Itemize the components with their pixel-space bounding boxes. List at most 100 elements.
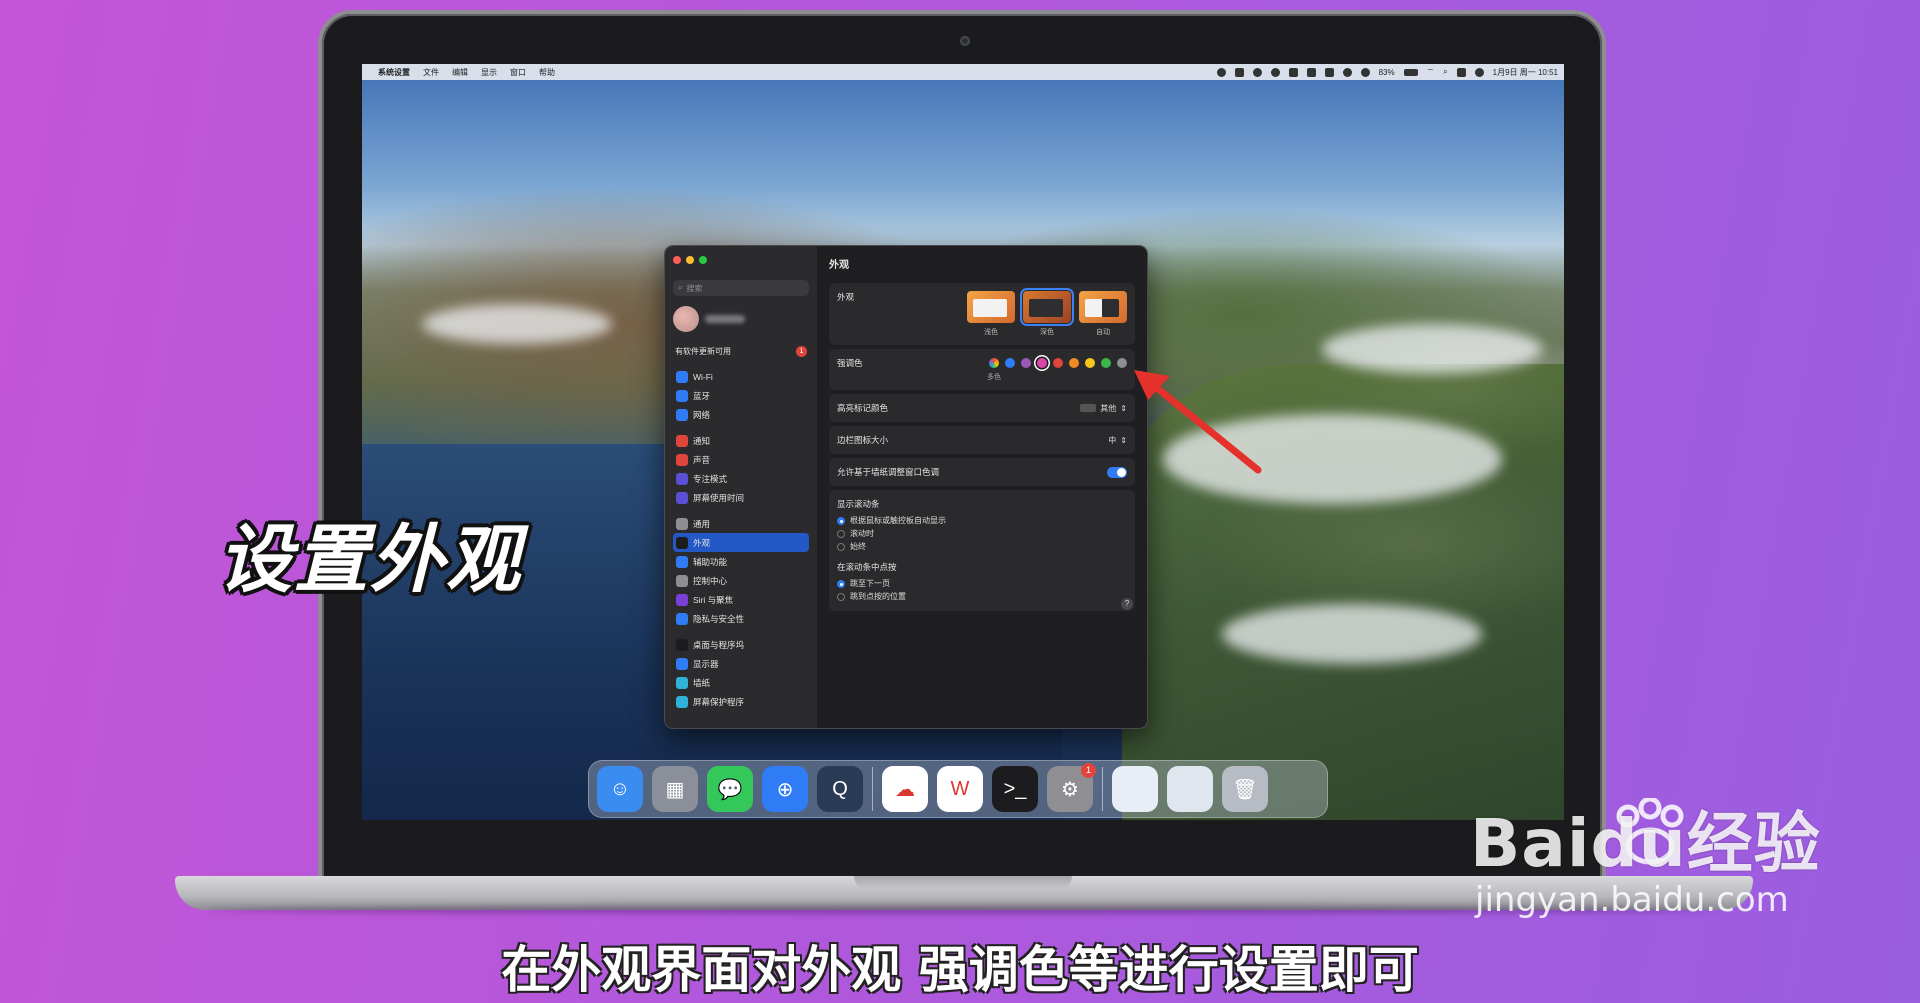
accent-swatch[interactable] bbox=[1117, 358, 1127, 368]
help-button[interactable]: ? bbox=[1121, 598, 1133, 610]
sidebar-item[interactable]: Siri 与聚焦 bbox=[673, 590, 809, 609]
menu-view[interactable]: 显示 bbox=[481, 67, 497, 78]
sidebar-size-select[interactable]: 中 ⇕ bbox=[1108, 435, 1127, 446]
accent-swatch[interactable] bbox=[1005, 358, 1015, 368]
trash-icon[interactable]: 🗑 bbox=[1222, 766, 1268, 812]
scroll-click-next-page[interactable]: 跳至下一页 bbox=[837, 577, 1127, 590]
quicktime-icon[interactable]: Q bbox=[817, 766, 863, 812]
accent-swatch[interactable] bbox=[1069, 358, 1079, 368]
scrollbar-option-always[interactable]: 始终 bbox=[837, 540, 1127, 553]
appearance-option-label: 浅色 bbox=[984, 329, 998, 336]
accent-swatch[interactable] bbox=[1037, 358, 1047, 368]
menu-file[interactable]: 文件 bbox=[423, 67, 439, 78]
wifi-icon[interactable]: ⌔ bbox=[1427, 67, 1435, 77]
wifi-icon bbox=[676, 370, 688, 383]
sidebar-item[interactable]: Wi-Fi bbox=[673, 367, 809, 386]
sidebar-item[interactable]: 外观 bbox=[673, 533, 809, 552]
wps-icon[interactable]: W bbox=[937, 766, 983, 812]
sidebar-item[interactable]: 蓝牙 bbox=[673, 386, 809, 405]
recent-window-2-icon[interactable] bbox=[1167, 766, 1213, 812]
menu-app-name[interactable]: 系统设置 bbox=[378, 67, 410, 78]
sidebar-item[interactable]: 控制中心 bbox=[673, 571, 809, 590]
scrollbar-option-scrolling[interactable]: 滚动时 bbox=[837, 527, 1127, 540]
zoom-button[interactable] bbox=[699, 256, 707, 264]
appearance-option-dark[interactable]: 深色 bbox=[1020, 288, 1074, 337]
control-center-icon[interactable] bbox=[1456, 67, 1466, 77]
baidu-netdisk-icon[interactable]: ☁ bbox=[882, 766, 928, 812]
close-button[interactable] bbox=[673, 256, 681, 264]
tint-toggle[interactable] bbox=[1107, 466, 1127, 478]
appearance-thumb-light bbox=[967, 291, 1015, 323]
sidebar-item[interactable]: 通知 bbox=[673, 431, 809, 450]
highlight-select[interactable]: 其他 ⇕ bbox=[1080, 403, 1127, 414]
sidebar-item[interactable]: 隐私与安全性 bbox=[673, 609, 809, 628]
bolt-icon[interactable] bbox=[1306, 67, 1316, 77]
sidebar-item[interactable]: 屏幕使用时间 bbox=[673, 488, 809, 507]
minimize-button[interactable] bbox=[686, 256, 694, 264]
menu-window[interactable]: 窗口 bbox=[510, 67, 526, 78]
scrollbar-label: 显示滚动条 bbox=[837, 499, 880, 509]
finder-icon[interactable]: ☺ bbox=[597, 766, 643, 812]
cloud-sync-icon[interactable] bbox=[1252, 67, 1262, 77]
battery-percent: 83% bbox=[1378, 67, 1395, 77]
accent-swatch[interactable] bbox=[1053, 358, 1063, 368]
sidebar-item[interactable]: 屏幕保护程序 bbox=[673, 692, 809, 711]
sidebar-item-label: 桌面与程序坞 bbox=[693, 639, 745, 650]
settings-sidebar: ⌕ 搜索 有软件更新可用 1 Wi-Fi 蓝牙 网络 通知 声音 专注模式 屏幕使用时间 通用… bbox=[665, 246, 817, 728]
bluetooth-icon[interactable] bbox=[1342, 67, 1352, 77]
sidebar-item[interactable]: 桌面与程序坞 bbox=[673, 635, 809, 654]
menu-help[interactable]: 帮助 bbox=[539, 67, 555, 78]
system-settings-icon[interactable]: ⚙ 1 bbox=[1047, 763, 1096, 812]
sidebar-item[interactable]: 墙纸 bbox=[673, 673, 809, 692]
menu-clock[interactable]: 1月9日 周一 10:51 bbox=[1493, 67, 1558, 78]
sidebar-item[interactable]: 显示器 bbox=[673, 654, 809, 673]
sidebar-item-label: 通知 bbox=[693, 435, 711, 446]
sidebar-item[interactable]: 声音 bbox=[673, 450, 809, 469]
sidebar-item[interactable]: 网络 bbox=[673, 405, 809, 424]
search-icon: ⌕ bbox=[678, 283, 683, 292]
record-icon[interactable] bbox=[1216, 67, 1226, 77]
shield-icon[interactable] bbox=[1270, 67, 1280, 77]
sidebar-item[interactable]: 辅助功能 bbox=[673, 552, 809, 571]
wechat-icon[interactable] bbox=[1234, 67, 1244, 77]
appearance-option-label: 自动 bbox=[1096, 329, 1110, 336]
appearance-option-label: 深色 bbox=[1040, 329, 1054, 336]
bell-icon bbox=[676, 434, 688, 447]
apple-id-row[interactable] bbox=[673, 306, 809, 332]
menu-edit[interactable]: 编辑 bbox=[452, 67, 468, 78]
recent-window-1-icon[interactable] bbox=[1112, 766, 1158, 812]
launchpad-icon[interactable]: ▦ bbox=[652, 766, 698, 812]
terminal-icon[interactable]: >_ bbox=[992, 766, 1038, 812]
wallpaper-cloud bbox=[422, 304, 612, 344]
appearance-option-light[interactable]: 浅色 bbox=[967, 291, 1015, 337]
battery-icon[interactable] bbox=[1403, 68, 1418, 76]
sidebar-item[interactable]: 专注模式 bbox=[673, 469, 809, 488]
scrollbar-option-auto[interactable]: 根据鼠标或触控板自动显示 bbox=[837, 514, 1127, 527]
sidebar-size-card: 边栏图标大小 中 ⇕ bbox=[829, 426, 1135, 454]
sidebar-search[interactable]: ⌕ 搜索 bbox=[673, 280, 809, 296]
appearance-option-auto[interactable]: 自动 bbox=[1079, 291, 1127, 337]
dock-separator bbox=[1102, 767, 1103, 811]
messages-icon[interactable]: 💬 bbox=[707, 766, 753, 812]
sidebar-group: 通用 外观 辅助功能 控制中心 Siri 与聚焦 隐私与安全性 bbox=[673, 514, 809, 628]
tint-label: 允许基于墙纸调整窗口色调 bbox=[837, 467, 940, 477]
safari-icon[interactable]: ⊕ bbox=[762, 766, 808, 812]
hand-icon bbox=[676, 612, 688, 625]
input-method-icon[interactable] bbox=[1288, 67, 1298, 77]
user-icon[interactable] bbox=[1360, 67, 1370, 77]
sidebar-item[interactable]: 通用 bbox=[673, 514, 809, 533]
wallpaper-icon bbox=[676, 676, 688, 689]
keyboard-icon[interactable] bbox=[1324, 67, 1334, 77]
appearance-options: 浅色 深色 自动 bbox=[967, 288, 1127, 337]
accent-swatch[interactable] bbox=[1085, 358, 1095, 368]
radio-label: 始终 bbox=[850, 542, 866, 551]
sidebar-item-label: 网络 bbox=[693, 409, 711, 420]
software-update-row[interactable]: 有软件更新可用 1 bbox=[673, 346, 809, 357]
accent-swatch[interactable] bbox=[1101, 358, 1111, 368]
scroll-click-position[interactable]: 跳到点按的位置 bbox=[837, 590, 1127, 603]
accent-swatch-multicolor[interactable] bbox=[989, 358, 999, 368]
accent-swatch[interactable] bbox=[1021, 358, 1031, 368]
dock-badge: 1 bbox=[1081, 763, 1096, 778]
spotlight-icon[interactable]: ⌕ bbox=[1443, 67, 1447, 77]
siri-icon[interactable] bbox=[1474, 67, 1484, 77]
